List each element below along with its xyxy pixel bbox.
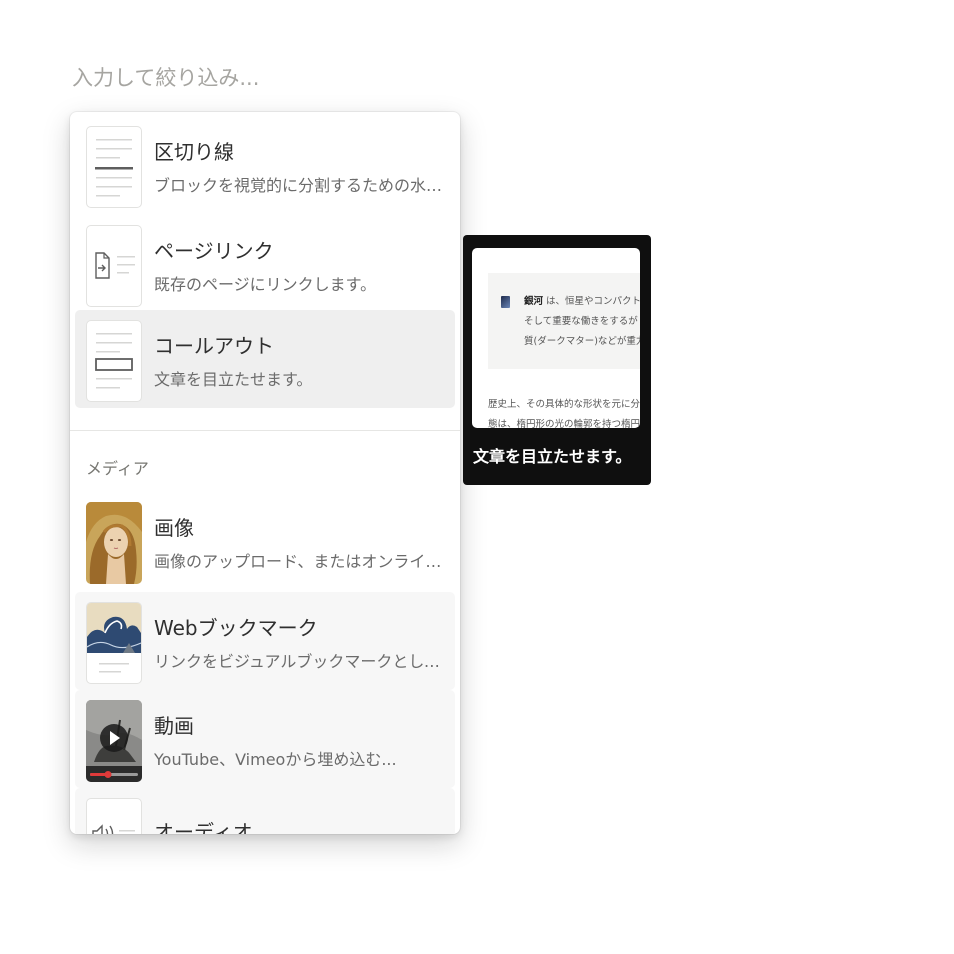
page-link-thumbnail-icon xyxy=(86,225,142,307)
menu-item-web-bookmark[interactable]: Webブックマーク リンクをビジュアルブックマークとして保... xyxy=(75,592,455,690)
menu-item-audio[interactable]: オーディオ xyxy=(75,788,455,834)
section-header-media: メディア xyxy=(86,459,149,478)
preview-callout-block: 銀河 は、恒星やコンパクト そして重要な働きをするが 質(ダークマター)などが重… xyxy=(488,273,640,369)
menu-item-title: 画像 xyxy=(154,516,194,540)
menu-item-description: 文章を目立たせます。 xyxy=(154,370,313,389)
menu-item-description: 画像のアップロード、またはオンライン画... xyxy=(154,552,446,571)
menu-item-divider[interactable]: 区切り線 ブロックを視覚的に分割するための水平線... xyxy=(75,116,455,214)
image-thumbnail-icon xyxy=(86,502,142,584)
filter-input[interactable] xyxy=(72,58,452,98)
menu-item-title: オーディオ xyxy=(154,820,253,834)
menu-item-description: YouTube、Vimeoから埋め込む... xyxy=(154,750,397,769)
preview-callout-line: 銀河 は、恒星やコンパクト xyxy=(524,293,640,307)
callout-preview-image: 銀河 は、恒星やコンパクト そして重要な働きをするが 質(ダークマター)などが重… xyxy=(472,248,640,428)
menu-item-image[interactable]: 画像 画像のアップロード、またはオンライン画... xyxy=(75,492,455,590)
menu-item-title: 動画 xyxy=(154,714,194,738)
preview-body-line: 歴史上、その具体的な形状を元に分 xyxy=(488,399,640,410)
menu-item-description: 既存のページにリンクします。 xyxy=(154,275,377,294)
menu-item-title: 区切り線 xyxy=(154,140,234,164)
menu-item-title: コールアウト xyxy=(154,334,274,358)
menu-item-video[interactable]: 動画 YouTube、Vimeoから埋め込む... xyxy=(75,690,455,788)
menu-item-description: リンクをビジュアルブックマークとして保... xyxy=(154,652,446,671)
block-menu: 区切り線 ブロックを視覚的に分割するための水平線... ページリンク 既存のペー… xyxy=(70,112,460,834)
callout-preview-tooltip: 銀河 は、恒星やコンパクト そして重要な働きをするが 質(ダークマター)などが重… xyxy=(463,235,651,485)
galaxy-emoji-icon xyxy=(501,296,510,308)
menu-item-callout[interactable]: コールアウト 文章を目立たせます。 xyxy=(75,310,455,408)
preview-callout-text: は、恒星やコンパクト xyxy=(546,296,640,307)
audio-thumbnail-icon xyxy=(86,798,142,834)
tooltip-caption: 文章を目立たせます。 xyxy=(473,447,632,466)
menu-item-title: ページリンク xyxy=(154,239,274,263)
menu-item-description: ブロックを視覚的に分割するための水平線... xyxy=(154,176,446,195)
callout-thumbnail-icon xyxy=(86,320,142,402)
preview-callout-line: そして重要な働きをするが xyxy=(524,316,638,327)
bookmark-thumbnail-icon xyxy=(86,602,142,684)
section-divider xyxy=(70,430,460,431)
menu-item-title: Webブックマーク xyxy=(154,616,318,640)
video-thumbnail-icon xyxy=(86,700,142,782)
preview-callout-line: 質(ダークマター)などが重力 xyxy=(524,336,640,347)
divider-thumbnail-icon xyxy=(86,126,142,208)
preview-callout-bold: 銀河 xyxy=(524,296,544,307)
menu-item-page-link[interactable]: ページリンク 既存のページにリンクします。 xyxy=(75,215,455,313)
preview-body-line: 態は、楕円形の光の輪郭を持つ楕円 xyxy=(488,419,640,428)
